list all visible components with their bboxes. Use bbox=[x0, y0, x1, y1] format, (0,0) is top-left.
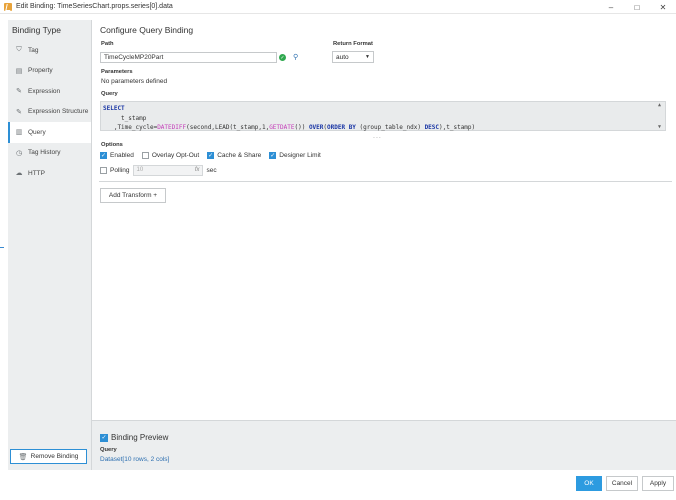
app-icon bbox=[4, 2, 12, 11]
checkbox[interactable]: ✓ bbox=[100, 152, 107, 159]
window-controls: – □ ✕ bbox=[598, 0, 676, 14]
sidebar-item-query[interactable]: ▥ Query bbox=[8, 122, 91, 143]
polling-rate-input[interactable]: 10 fx bbox=[132, 165, 203, 176]
close-icon[interactable]: ✕ bbox=[650, 0, 676, 14]
valid-check-icon: ✓ bbox=[279, 54, 286, 61]
path-input[interactable]: TimeCycleMP20Part bbox=[100, 52, 277, 63]
edge-marker bbox=[0, 247, 4, 248]
tag-history-icon: ◷ bbox=[15, 149, 23, 157]
query-label: Query bbox=[101, 91, 118, 97]
page-title: Configure Query Binding bbox=[100, 25, 194, 35]
remove-binding-label: Remove Binding bbox=[30, 453, 79, 460]
sidebar-item-label: Tag History bbox=[28, 149, 61, 157]
sidebar-item-expression[interactable]: ✎ Expression bbox=[8, 81, 91, 102]
sidebar-item-label: Expression bbox=[28, 87, 61, 95]
query-icon: ▥ bbox=[15, 129, 23, 137]
option-label: Overlay Opt-Out bbox=[151, 152, 200, 159]
maximize-icon[interactable]: □ bbox=[624, 0, 650, 14]
expression-fx-icon[interactable]: fx bbox=[195, 167, 200, 173]
polling-label: Polling bbox=[110, 167, 130, 174]
property-icon: ▤ bbox=[15, 67, 23, 75]
checkbox[interactable]: ✓ bbox=[269, 152, 277, 159]
option-enabled[interactable]: ✓ Enabled bbox=[100, 152, 134, 159]
checkbox[interactable] bbox=[100, 167, 107, 174]
http-icon: ☁ bbox=[15, 170, 23, 178]
option-label: Designer Limit bbox=[279, 152, 321, 159]
option-label: Cache & Share bbox=[217, 152, 262, 159]
dialog-edge bbox=[0, 14, 8, 500]
scroll-down-icon[interactable]: ▼ bbox=[658, 124, 661, 130]
option-cache-share[interactable]: ✓ Cache & Share bbox=[207, 152, 261, 159]
title-bar: Edit Binding: TimeSeriesChart.props.seri… bbox=[0, 0, 676, 14]
divider bbox=[99, 181, 672, 182]
sidebar-item-label: HTTP bbox=[28, 169, 45, 177]
parameters-label: Parameters bbox=[101, 69, 133, 75]
expression-structure-icon: ✎ bbox=[16, 108, 22, 116]
options-label: Options bbox=[101, 142, 123, 148]
return-format-value: auto bbox=[336, 53, 349, 61]
options-row: ✓ Enabled Overlay Opt-Out ✓ Cache & Shar… bbox=[100, 152, 329, 159]
tag-icon: ⛉ bbox=[16, 46, 22, 54]
return-format-label: Return Format bbox=[333, 41, 373, 47]
minimize-icon[interactable]: – bbox=[598, 0, 624, 14]
browse-search-icon[interactable]: ⚲ bbox=[293, 53, 298, 61]
trash-icon: 🗑 bbox=[18, 453, 28, 461]
sidebar-item-http[interactable]: ☁ HTTP bbox=[8, 163, 91, 184]
configure-query-panel: Configure Query Binding Path TimeCycleMP… bbox=[92, 20, 676, 420]
query-editor[interactable]: SELECT t_stamp ,Time_cycle=DATEDIFF(seco… bbox=[100, 101, 666, 131]
polling-rate-value: 10 bbox=[136, 167, 144, 173]
sidebar-item-label: Property bbox=[28, 67, 53, 75]
scroll-up-icon[interactable]: ▲ bbox=[658, 102, 661, 108]
window-title: Edit Binding: TimeSeriesChart.props.seri… bbox=[16, 3, 173, 10]
sidebar-item-property[interactable]: ▤ Property bbox=[8, 61, 91, 82]
parameters-text: No parameters defined bbox=[101, 78, 168, 85]
ok-button[interactable]: OK bbox=[576, 476, 602, 491]
preview-query-label: Query bbox=[100, 447, 117, 453]
checkbox[interactable]: ✓ bbox=[100, 433, 108, 442]
polling-row: Polling 10 fx sec bbox=[100, 165, 217, 176]
path-label: Path bbox=[101, 41, 114, 47]
sidebar-heading: Binding Type bbox=[12, 25, 61, 35]
option-designer-limit[interactable]: ✓ Designer Limit bbox=[269, 152, 321, 159]
checkbox[interactable]: ✓ bbox=[207, 152, 215, 159]
dialog-footer: OK Cancel Apply bbox=[0, 470, 676, 500]
sidebar-items: ⛉ Tag ▤ Property ✎ Expression ✎ Expression Stru… bbox=[8, 40, 91, 184]
return-format-select[interactable]: auto ▼ bbox=[332, 51, 374, 63]
add-transform-button[interactable]: Add Transform + bbox=[100, 188, 166, 203]
dataset-link[interactable]: Dataset[10 rows, 2 cols] bbox=[100, 456, 169, 463]
option-label: Enabled bbox=[110, 152, 134, 159]
query-resize-handle[interactable]: ... bbox=[373, 133, 382, 140]
binding-preview-panel: ✓ Binding Preview Query Dataset[10 rows,… bbox=[92, 420, 676, 470]
query-scrollbar[interactable]: ▲ ▼ bbox=[657, 102, 665, 130]
polling-unit: sec bbox=[206, 167, 217, 174]
sidebar-item-tag[interactable]: ⛉ Tag bbox=[8, 40, 91, 61]
query-code[interactable]: SELECT t_stamp ,Time_cycle=DATEDIFF(seco… bbox=[103, 104, 475, 133]
expression-icon: ✎ bbox=[16, 88, 22, 96]
chevron-down-icon: ▼ bbox=[365, 54, 370, 60]
apply-button[interactable]: Apply bbox=[642, 476, 674, 491]
sidebar-item-label: Expression Structure bbox=[28, 108, 89, 116]
binding-type-sidebar: Binding Type ⛉ Tag ▤ Property ✎ Expression ✎ Ex… bbox=[8, 20, 92, 472]
polling-toggle[interactable]: Polling bbox=[100, 167, 130, 174]
option-overlay-opt-out[interactable]: Overlay Opt-Out bbox=[141, 152, 200, 159]
sidebar-item-tag-history[interactable]: ◷ Tag History bbox=[8, 143, 91, 164]
remove-binding-button[interactable]: 🗑 Remove Binding bbox=[10, 449, 87, 464]
sidebar-item-label: Tag bbox=[28, 46, 39, 54]
cancel-button[interactable]: Cancel bbox=[606, 476, 638, 491]
sidebar-item-label: Query bbox=[28, 128, 46, 136]
checkbox[interactable] bbox=[141, 152, 149, 159]
binding-preview-label: Binding Preview bbox=[111, 433, 169, 442]
binding-preview-toggle[interactable]: ✓ Binding Preview bbox=[100, 433, 168, 442]
sidebar-item-expression-structure[interactable]: ✎ Expression Structure bbox=[8, 102, 91, 123]
